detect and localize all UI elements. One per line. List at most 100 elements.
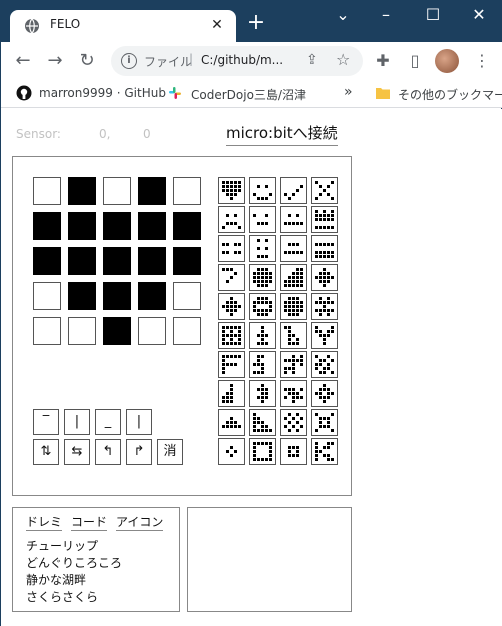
- bookmark-github[interactable]: marron9999 · GitHub: [39, 86, 166, 100]
- led-cell[interactable]: [33, 282, 61, 310]
- transform-tool-button[interactable]: ↰: [95, 439, 121, 465]
- led-cell[interactable]: [138, 282, 166, 310]
- led-cell[interactable]: [68, 177, 96, 205]
- clear-button[interactable]: 消: [157, 439, 183, 465]
- icon-thumbnail[interactable]: [311, 293, 338, 320]
- chevron-down-icon[interactable]: ⌄: [331, 4, 355, 28]
- icon-thumbnail[interactable]: [311, 409, 338, 436]
- menu-icon[interactable]: ⋮: [471, 50, 493, 72]
- led-cell[interactable]: [68, 282, 96, 310]
- close-icon[interactable]: ✕: [208, 16, 226, 34]
- icon-thumbnail[interactable]: [249, 264, 276, 291]
- led-cell[interactable]: [138, 177, 166, 205]
- avatar[interactable]: [435, 49, 459, 73]
- icon-thumbnail[interactable]: [218, 235, 245, 262]
- info-icon[interactable]: i: [121, 53, 137, 69]
- transform-tool-button[interactable]: ⇅: [33, 439, 59, 465]
- address-bar[interactable]: i ファイル | C:/github/m... ⇪ ☆: [111, 46, 363, 76]
- led-cell[interactable]: [138, 212, 166, 240]
- icon-thumbnail[interactable]: [280, 409, 307, 436]
- icon-thumbnail[interactable]: [218, 438, 245, 465]
- icon-thumbnail[interactable]: [280, 322, 307, 349]
- tab-code[interactable]: コード: [71, 515, 108, 531]
- icon-thumbnail[interactable]: [249, 293, 276, 320]
- browser-tab[interactable]: FELO ✕: [10, 10, 236, 42]
- icon-thumbnail[interactable]: [249, 409, 276, 436]
- icon-thumbnail[interactable]: [249, 380, 276, 407]
- transform-tool-button[interactable]: ⇆: [64, 439, 90, 465]
- icon-thumbnail[interactable]: [280, 293, 307, 320]
- icon-thumbnail[interactable]: [280, 177, 307, 204]
- icon-thumbnail[interactable]: [280, 235, 307, 262]
- led-cell[interactable]: [68, 247, 96, 275]
- song-item[interactable]: さくらさくら: [26, 589, 122, 606]
- line-tool-button[interactable]: ‾: [33, 409, 59, 435]
- icon-thumbnail[interactable]: [311, 322, 338, 349]
- icon-thumbnail[interactable]: [249, 177, 276, 204]
- star-icon[interactable]: ☆: [336, 50, 350, 69]
- led-cell[interactable]: [103, 247, 131, 275]
- icon-thumbnail[interactable]: [280, 351, 307, 378]
- icon-thumbnail[interactable]: [218, 177, 245, 204]
- icon-thumbnail[interactable]: [311, 351, 338, 378]
- icon-thumbnail[interactable]: [280, 264, 307, 291]
- icon-thumbnail[interactable]: [280, 206, 307, 233]
- line-tool-button[interactable]: |: [64, 409, 90, 435]
- icon-thumbnail[interactable]: [218, 351, 245, 378]
- new-tab-button[interactable]: +: [245, 12, 267, 35]
- icon-thumbnail[interactable]: [218, 293, 245, 320]
- led-cell[interactable]: [138, 317, 166, 345]
- led-cell[interactable]: [33, 247, 61, 275]
- led-cell[interactable]: [68, 317, 96, 345]
- icon-thumbnail[interactable]: [249, 322, 276, 349]
- maximize-icon[interactable]: ☐: [421, 4, 445, 28]
- song-item[interactable]: 静かな湖畔: [26, 572, 122, 589]
- tab-doremi[interactable]: ドレミ: [26, 515, 63, 531]
- icon-thumbnail[interactable]: [311, 380, 338, 407]
- icon-thumbnail[interactable]: [249, 351, 276, 378]
- bookmark-other[interactable]: その他のブックマーク: [398, 86, 502, 103]
- led-cell[interactable]: [173, 282, 201, 310]
- icon-thumbnail[interactable]: [249, 206, 276, 233]
- window-close-icon[interactable]: ✕: [467, 4, 491, 28]
- icon-thumbnail[interactable]: [311, 177, 338, 204]
- icon-thumbnail[interactable]: [218, 380, 245, 407]
- icon-thumbnail[interactable]: [218, 409, 245, 436]
- song-item[interactable]: チューリップ: [26, 538, 122, 555]
- icon-thumbnail[interactable]: [249, 235, 276, 262]
- led-cell[interactable]: [173, 177, 201, 205]
- line-tool-button[interactable]: |: [126, 409, 152, 435]
- icon-thumbnail[interactable]: [311, 264, 338, 291]
- reload-icon[interactable]: ↻: [75, 49, 99, 73]
- led-cell[interactable]: [138, 247, 166, 275]
- bookmark-coderdojo[interactable]: CoderDojo三島/沼津: [191, 86, 306, 103]
- icon-thumbnail[interactable]: [280, 438, 307, 465]
- url-text[interactable]: C:/github/m...: [201, 53, 283, 67]
- transform-tool-button[interactable]: ↱: [126, 439, 152, 465]
- tab-icon[interactable]: アイコン: [116, 515, 164, 531]
- back-arrow-icon[interactable]: ←: [11, 49, 35, 73]
- led-cell[interactable]: [33, 317, 61, 345]
- connect-button[interactable]: micro:bitへ接続: [226, 122, 338, 146]
- icon-thumbnail[interactable]: [249, 438, 276, 465]
- led-cell[interactable]: [173, 247, 201, 275]
- forward-arrow-icon[interactable]: →: [43, 49, 67, 73]
- line-tool-button[interactable]: _: [95, 409, 121, 435]
- icon-thumbnail[interactable]: [280, 380, 307, 407]
- led-cell[interactable]: [33, 212, 61, 240]
- song-item[interactable]: どんぐりころころ: [26, 555, 122, 572]
- led-cell[interactable]: [173, 212, 201, 240]
- icon-thumbnail[interactable]: [311, 235, 338, 262]
- icon-thumbnail[interactable]: [218, 322, 245, 349]
- icon-thumbnail[interactable]: [311, 438, 338, 465]
- share-icon[interactable]: ⇪: [306, 52, 318, 68]
- led-cell[interactable]: [103, 317, 131, 345]
- icon-thumbnail[interactable]: [218, 264, 245, 291]
- icon-thumbnail[interactable]: [218, 206, 245, 233]
- extensions-icon[interactable]: ✚: [372, 50, 394, 72]
- icon-thumbnail[interactable]: [311, 206, 338, 233]
- bookmarks-more-icon[interactable]: »: [344, 84, 353, 100]
- led-cell[interactable]: [103, 212, 131, 240]
- led-cell[interactable]: [68, 212, 96, 240]
- led-cell[interactable]: [103, 282, 131, 310]
